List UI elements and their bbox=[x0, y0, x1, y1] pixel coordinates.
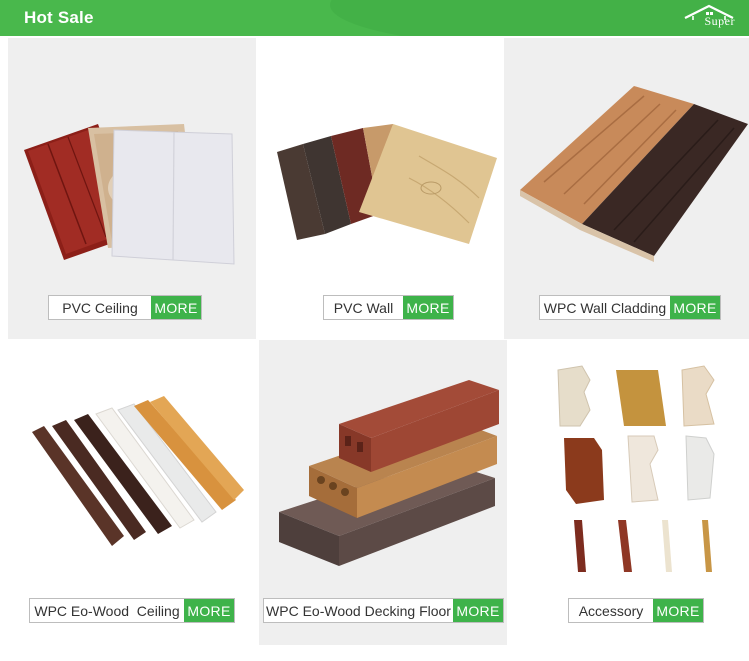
pvc-wall-image bbox=[277, 124, 497, 244]
more-button[interactable]: MORE bbox=[403, 296, 453, 319]
product-label-accessory[interactable]: Accessory MORE bbox=[568, 598, 704, 623]
brand-logo-text: Super bbox=[704, 14, 735, 28]
more-button[interactable]: MORE bbox=[653, 599, 703, 622]
product-tile-accessory[interactable]: Accessory MORE bbox=[508, 340, 749, 645]
product-tile-pvc-wall[interactable]: PVC Wall MORE bbox=[259, 38, 503, 339]
product-label-pvc-ceiling[interactable]: PVC Ceiling MORE bbox=[48, 295, 202, 320]
section-title: Hot Sale bbox=[24, 8, 94, 27]
product-tile-wpc-wall-cladding[interactable]: WPC Wall Cladding MORE bbox=[504, 38, 749, 339]
more-button[interactable]: MORE bbox=[670, 296, 720, 319]
product-label-wpc-eo-wood-ceiling[interactable]: WPC Eo-Wood Ceiling MORE bbox=[29, 598, 235, 623]
wpc-wall-cladding-image bbox=[520, 86, 748, 262]
product-name: PVC Wall bbox=[333, 299, 394, 316]
header-bar: Hot Sale Super bbox=[0, 0, 749, 36]
product-name: WPC Eo-Wood Decking Floor bbox=[266, 602, 451, 619]
product-label-pvc-wall[interactable]: PVC Wall MORE bbox=[323, 295, 454, 320]
more-button[interactable]: MORE bbox=[453, 599, 503, 622]
product-label-wpc-eo-wood-decking-floor[interactable]: WPC Eo-Wood Decking Floor MORE bbox=[263, 598, 504, 623]
more-button[interactable]: MORE bbox=[151, 296, 201, 319]
product-label-wpc-wall-cladding[interactable]: WPC Wall Cladding MORE bbox=[539, 295, 721, 320]
product-tile-wpc-eo-wood-ceiling[interactable]: WPC Eo-Wood Ceiling MORE bbox=[8, 340, 256, 645]
product-tile-pvc-ceiling[interactable]: PVC Ceiling MORE bbox=[8, 38, 256, 339]
product-name: WPC Wall Cladding bbox=[543, 299, 667, 316]
product-tile-wpc-eo-wood-decking-floor[interactable]: WPC Eo-Wood Decking Floor MORE bbox=[259, 340, 507, 645]
product-name: WPC Eo-Wood Ceiling bbox=[34, 602, 180, 619]
product-name: Accessory bbox=[578, 602, 644, 619]
more-button[interactable]: MORE bbox=[184, 599, 234, 622]
pvc-ceiling-image bbox=[24, 124, 235, 265]
product-name: PVC Ceiling bbox=[62, 299, 138, 316]
